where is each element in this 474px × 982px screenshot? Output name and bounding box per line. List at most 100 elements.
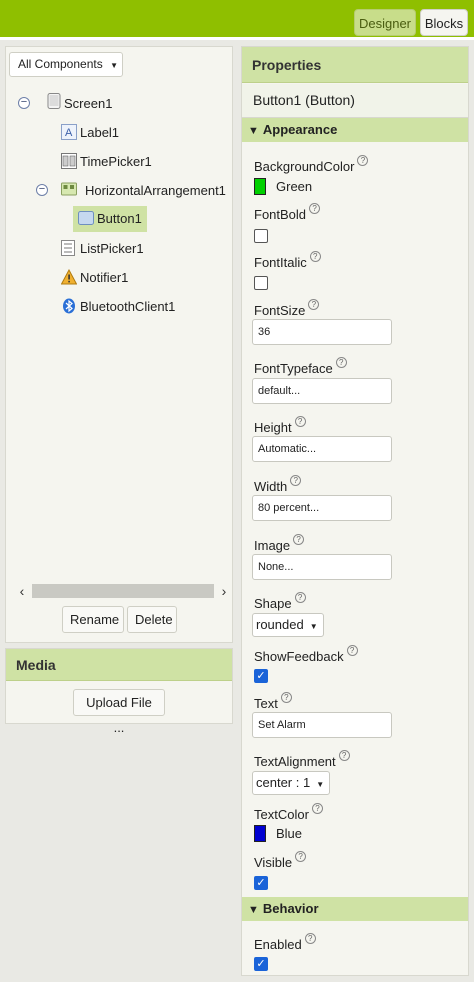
scroll-left-icon[interactable]: ‹: [14, 581, 30, 601]
notifier-icon: [61, 269, 77, 285]
prop-label-text: FontTypeface: [254, 361, 333, 376]
properties-title: Properties: [242, 47, 468, 83]
help-icon[interactable]: ?: [338, 750, 350, 761]
prop-visible: Visible?: [254, 851, 307, 870]
prop-fontsize: FontSize?: [254, 299, 320, 318]
tree-item-bluetoothclient1[interactable]: BluetoothClient1: [61, 295, 226, 319]
help-icon[interactable]: ?: [309, 203, 321, 214]
prop-fontitalic: FontItalic?: [254, 251, 321, 270]
help-icon[interactable]: ?: [357, 155, 369, 166]
help-icon[interactable]: ?: [311, 803, 323, 814]
help-icon[interactable]: ?: [309, 251, 321, 262]
help-icon[interactable]: ?: [280, 692, 292, 703]
visible-checkbox[interactable]: ✓: [254, 876, 268, 890]
components-filter-label: All Components: [18, 57, 103, 71]
image-input[interactable]: None...: [252, 554, 392, 580]
properties-panel: Properties Button1 (Button) ▼ Appearance …: [241, 46, 469, 976]
prop-label-text: Height: [254, 420, 292, 435]
appearance-label: Appearance: [262, 122, 338, 137]
select-arrow-icon: ▼: [316, 780, 325, 789]
tree-item-button1[interactable]: Button1: [78, 207, 148, 231]
fontsize-input[interactable]: 36: [252, 319, 392, 345]
prop-label-text: FontSize: [254, 303, 306, 318]
behavior-label: Behavior: [262, 901, 319, 916]
text-input[interactable]: Set Alarm: [252, 712, 392, 738]
appearance-section-header[interactable]: ▼ Appearance: [242, 118, 468, 142]
listpicker-icon: [61, 240, 75, 256]
tree-item-timepicker1[interactable]: TimePicker1: [61, 150, 221, 174]
prop-image: Image?: [254, 534, 305, 553]
components-panel: All Components ▼ − Screen1 A Label1 Time…: [5, 46, 233, 643]
label-icon: A: [61, 124, 77, 140]
help-icon[interactable]: ?: [294, 416, 306, 427]
shape-select[interactable]: rounded ▼: [252, 613, 324, 637]
horizontal-arrangement-icon: [61, 182, 77, 196]
tree-item-horizontalarrangement1[interactable]: HorizontalArrangement1: [61, 179, 231, 203]
help-icon[interactable]: ?: [295, 851, 307, 862]
scroll-right-icon[interactable]: ›: [216, 581, 232, 601]
textcolor-value[interactable]: Blue: [276, 826, 302, 841]
rename-button[interactable]: Rename: [62, 606, 124, 633]
collapse-toggle-icon[interactable]: −: [18, 97, 30, 109]
tree-item-label: ListPicker1: [80, 241, 144, 256]
blocks-button[interactable]: Blocks: [420, 9, 468, 36]
prop-label-text: Width: [254, 479, 288, 494]
prop-label-text: ShowFeedback: [254, 649, 344, 664]
prop-label-text: Text: [254, 696, 278, 711]
designer-button[interactable]: Designer: [354, 9, 416, 36]
textalignment-select[interactable]: center : 1 ▼: [252, 771, 331, 795]
prop-label-text: Shape: [254, 596, 292, 611]
scrollbar-track[interactable]: [32, 584, 214, 598]
dropdown-arrow-icon: ▼: [110, 61, 118, 70]
fonttypeface-input[interactable]: default...: [252, 378, 392, 404]
components-filter-dropdown[interactable]: All Components ▼: [9, 52, 123, 77]
tree-item-label: Screen1: [64, 96, 113, 111]
height-input[interactable]: Automatic...: [252, 436, 392, 462]
help-icon[interactable]: ?: [293, 534, 305, 545]
tree-item-notifier1[interactable]: Notifier1: [61, 266, 221, 290]
prop-label-text: TextAlignment: [254, 754, 336, 769]
tree-item-label: Notifier1: [80, 270, 129, 285]
fontbold-checkbox[interactable]: [254, 229, 268, 243]
tree-item-label1[interactable]: A Label1: [61, 121, 221, 145]
prop-fonttypeface: FontTypeface?: [254, 357, 347, 376]
tree-item-label: TimePicker1: [80, 154, 152, 169]
media-title: Media: [6, 649, 232, 681]
color-swatch[interactable]: [254, 178, 266, 195]
tree-horizontal-scrollbar[interactable]: ‹ ›: [14, 581, 232, 601]
shape-select-value: rounded: [256, 617, 304, 632]
help-icon[interactable]: ?: [346, 645, 358, 656]
behavior-section-header[interactable]: ▼ Behavior: [242, 897, 468, 921]
triangle-down-icon: ▼: [248, 125, 259, 137]
prop-enabled: Enabled?: [254, 933, 316, 952]
width-input[interactable]: 80 percent...: [252, 495, 392, 521]
fontitalic-checkbox[interactable]: [254, 276, 268, 290]
selected-component-name: Button1 (Button): [242, 84, 468, 118]
prop-text: Text?: [254, 692, 292, 711]
help-icon[interactable]: ?: [304, 933, 316, 944]
backgroundcolor-value[interactable]: Green: [276, 179, 312, 194]
prop-fontbold: FontBold?: [254, 203, 321, 222]
tree-item-listpicker1[interactable]: ListPicker1: [61, 237, 221, 261]
textalignment-select-value: center : 1: [256, 775, 311, 790]
collapse-toggle-icon[interactable]: −: [36, 184, 48, 196]
help-icon[interactable]: ?: [294, 592, 306, 603]
svg-text:A: A: [65, 127, 73, 139]
prop-label-text: Enabled: [254, 937, 302, 952]
help-icon[interactable]: ?: [335, 357, 347, 368]
prop-label-text: FontItalic: [254, 255, 307, 270]
tree-item-label: HorizontalArrangement1: [85, 183, 226, 198]
delete-button[interactable]: Delete: [127, 606, 177, 633]
color-swatch[interactable]: [254, 825, 266, 842]
tree-item-label: BluetoothClient1: [80, 299, 176, 314]
upload-file-button[interactable]: Upload File ...: [73, 689, 165, 735]
tree-item-screen1[interactable]: Screen1: [46, 92, 226, 116]
help-icon[interactable]: ?: [290, 475, 302, 486]
help-icon[interactable]: ?: [308, 299, 320, 310]
prop-label-text: Visible: [254, 855, 293, 870]
showfeedback-checkbox[interactable]: ✓: [254, 669, 268, 683]
media-panel: Media Upload File ...: [5, 648, 233, 735]
enabled-checkbox[interactable]: ✓: [254, 957, 268, 971]
prop-width: Width?: [254, 475, 302, 494]
tree-item-label: Label1: [80, 125, 120, 140]
